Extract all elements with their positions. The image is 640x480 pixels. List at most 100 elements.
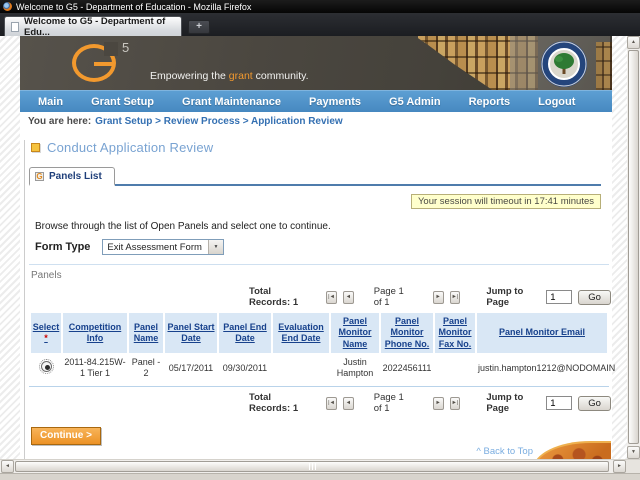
nav-main[interactable]: Main [38,96,63,108]
breadcrumb-prefix: You are here: [28,116,91,127]
window-title: Welcome to G5 - Department of Education … [16,2,251,12]
cell-panel-start-date: 05/17/2011 [165,355,217,382]
status-bar [0,473,640,480]
browser-tabbar: Welcome to G5 - Department of Edu... + [0,13,640,36]
chevron-down-icon[interactable]: ▼ [208,240,223,254]
panels-table: Select* Competition Info Panel Name Pane… [29,311,609,384]
new-tab-button[interactable]: + [188,20,210,34]
instruction-text: Browse through the list of Open Panels a… [35,221,611,232]
header-evaluation-end-date[interactable]: Evaluation End Date [273,313,329,353]
nav-grant-setup[interactable]: Grant Setup [91,96,154,108]
jump-to-page-label: Jump to Page [486,392,536,414]
prev-page-button[interactable]: ◄ [343,291,354,304]
form-type-select[interactable]: Exit Assessment Form ▼ [102,239,224,255]
cell-monitor-fax [435,355,475,382]
tagline-pre: Empowering the [150,70,229,82]
page-status: Page 1 of 1 [374,392,413,414]
grip-icon [312,463,313,470]
header-panel-end-date[interactable]: Panel End Date [219,313,271,353]
required-marker: * [44,333,48,343]
browser-viewport: 5 Empowering the grant community. Main G… [0,36,640,459]
vertical-scrollbar[interactable]: ▲ ▼ [627,36,640,459]
nav-payments[interactable]: Payments [309,96,361,108]
nav-grant-maintenance[interactable]: Grant Maintenance [182,96,281,108]
browser-tab[interactable]: Welcome to G5 - Department of Edu... [4,16,182,36]
page-title: Conduct Application Review [47,140,213,155]
first-page-button[interactable]: |◄ [326,397,337,410]
header-competition-info[interactable]: Competition Info [63,313,127,353]
last-page-button[interactable]: ►| [450,291,461,304]
tab-panels-list[interactable]: G Panels List [29,167,115,186]
cell-monitor-name: Justin Hampton [331,355,379,382]
panel-tabs: G Panels List [29,167,609,186]
panels-section-label: Panels [31,270,611,281]
tab-g5-icon: G [35,172,44,181]
window-titlebar: Welcome to G5 - Department of Education … [0,0,640,13]
total-records-label: Total Records: 1 [249,392,308,414]
go-button[interactable]: Go [578,396,611,411]
breadcrumb: You are here: Grant Setup > Review Proce… [20,112,612,130]
g5-logo-gap [104,42,118,56]
cell-panel-name: Panel - 2 [129,355,163,382]
header-monitor-fax[interactable]: Panel Monitor Fax No. [435,313,475,353]
browser-window: Welcome to G5 - Department of Education … [0,0,640,480]
main-content: Conduct Application Review G Panels List… [24,140,611,469]
banner-tagline: Empowering the grant community. [150,70,309,82]
jump-to-page-input[interactable] [546,396,572,410]
cell-competition-info: 2011-84.215W-1 Tier 1 [63,355,127,382]
vertical-scrollbar-thumb[interactable] [628,50,639,444]
back-to-top-link[interactable]: ^ Back to Top [476,446,533,457]
table-row: 2011-84.215W-1 Tier 1 Panel - 2 05/17/20… [31,355,607,382]
form-type-value: Exit Assessment Form [103,242,208,253]
grip-icon [315,463,316,470]
bookshelf-image-right [596,42,612,90]
prev-page-button[interactable]: ◄ [343,397,354,410]
scroll-left-icon[interactable]: ◄ [1,460,14,473]
next-page-button[interactable]: ► [433,291,444,304]
jump-to-page-input[interactable] [546,290,572,304]
header-panel-name[interactable]: Panel Name [129,313,163,353]
continue-button[interactable]: Continue > [31,427,101,445]
nav-reports[interactable]: Reports [469,96,511,108]
total-records-label: Total Records: 1 [249,286,308,308]
cell-evaluation-end-date [273,355,329,382]
cell-monitor-email: justin.hampton1212@NODOMAIN [477,355,607,382]
header-monitor-phone[interactable]: Panel Monitor Phone No. [381,313,433,353]
nav-g5-admin[interactable]: G5 Admin [389,96,441,108]
session-timeout-message: Your session will timeout in 17:41 minut… [411,194,601,209]
header-select-label: Select [32,322,60,333]
page-title-icon [31,143,40,152]
horizontal-scrollbar-thumb[interactable] [15,461,609,472]
browser-tab-title: Welcome to G5 - Department of Edu... [24,16,175,38]
table-bottom-rule [29,386,609,387]
g5-banner: 5 Empowering the grant community. [20,36,612,90]
scroll-right-icon[interactable]: ► [613,460,626,473]
section-divider [29,264,609,265]
header-monitor-email[interactable]: Panel Monitor Email [477,313,607,353]
main-navbar: Main Grant Setup Grant Maintenance Payme… [20,90,612,112]
page-icon [11,22,19,32]
g5-logo-bar [94,62,114,66]
firefox-icon [3,2,12,11]
nav-logout[interactable]: Logout [538,96,575,108]
go-button[interactable]: Go [578,290,611,305]
header-monitor-name[interactable]: Panel Monitor Name [331,313,379,353]
pagination-top: Total Records: 1 |◄ ◄ Page 1 of 1 ► ►| J… [249,286,611,308]
page-content: 5 Empowering the grant community. Main G… [20,36,612,459]
breadcrumb-path[interactable]: Grant Setup > Review Process > Applicati… [95,116,343,127]
pagination-bottom: Total Records: 1 |◄ ◄ Page 1 of 1 ► ►| J… [249,392,611,414]
cell-monitor-phone: 2022456111 [381,355,433,382]
page-status: Page 1 of 1 [374,286,413,308]
next-page-button[interactable]: ► [433,397,444,410]
header-panel-start-date[interactable]: Panel Start Date [165,313,217,353]
scroll-up-icon[interactable]: ▲ [627,36,640,49]
form-type-label: Form Type [35,241,90,253]
scroll-down-icon[interactable]: ▼ [627,446,640,459]
last-page-button[interactable]: ►| [450,397,461,410]
horizontal-scrollbar[interactable]: ◄ ► [0,459,640,473]
first-page-button[interactable]: |◄ [326,291,337,304]
page-margin-left [0,36,20,459]
select-panel-radio[interactable] [41,361,52,372]
education-seal-icon [540,40,588,88]
grip-icon [309,463,310,470]
